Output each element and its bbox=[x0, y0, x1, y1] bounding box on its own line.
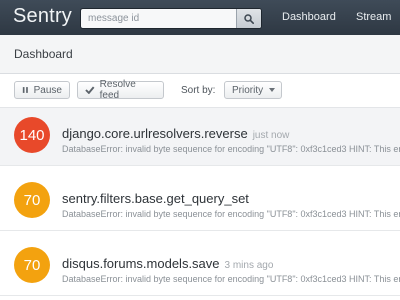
event-item[interactable]: 70 disqus.forums.models.save 3 mins ago D… bbox=[0, 238, 400, 296]
event-count-badge: 140 bbox=[14, 117, 50, 153]
page-header: Dashboard bbox=[0, 35, 400, 74]
sort-value: Priority bbox=[232, 84, 264, 96]
event-count-badge: 70 bbox=[14, 182, 50, 218]
nav-stream[interactable]: Stream bbox=[356, 11, 391, 23]
resolve-feed-label: Resolve feed bbox=[99, 79, 136, 101]
search-button[interactable] bbox=[236, 9, 261, 28]
top-bar: Sentry Dashboard Stream bbox=[0, 0, 400, 35]
toolbar: Pause Resolve feed Sort by: Priority bbox=[0, 74, 400, 108]
event-title[interactable]: disqus.forums.models.save bbox=[62, 256, 220, 271]
event-time: 3 mins ago bbox=[224, 260, 274, 271]
sort-dropdown[interactable]: Priority bbox=[224, 81, 282, 99]
chevron-down-icon bbox=[269, 88, 276, 92]
search-box bbox=[80, 8, 262, 29]
event-title-line: sentry.filters.base.get_query_set bbox=[62, 190, 254, 208]
checkmark-icon bbox=[85, 86, 95, 94]
event-title[interactable]: sentry.filters.base.get_query_set bbox=[62, 191, 249, 206]
event-item[interactable]: 140 django.core.urlresolvers.reverse just… bbox=[0, 108, 400, 166]
pause-icon bbox=[22, 87, 28, 93]
event-count-badge: 70 bbox=[14, 247, 50, 283]
app-logo[interactable]: Sentry bbox=[13, 5, 72, 28]
event-time: just now bbox=[252, 130, 290, 141]
event-item[interactable]: 70 sentry.filters.base.get_query_set Dat… bbox=[0, 173, 400, 231]
nav-dashboard[interactable]: Dashboard bbox=[282, 11, 336, 23]
search-input[interactable] bbox=[81, 9, 242, 28]
sort-label: Sort by: bbox=[181, 85, 216, 96]
event-title-line: disqus.forums.models.save 3 mins ago bbox=[62, 255, 273, 273]
event-list: 140 django.core.urlresolvers.reverse just… bbox=[0, 108, 400, 300]
event-title[interactable]: django.core.urlresolvers.reverse bbox=[62, 126, 248, 141]
pause-button[interactable]: Pause bbox=[14, 81, 70, 99]
event-message: DatabaseError: invalid byte sequence for… bbox=[62, 144, 400, 154]
event-message: DatabaseError: invalid byte sequence for… bbox=[62, 209, 400, 219]
search-icon bbox=[244, 13, 254, 24]
pause-label: Pause bbox=[33, 84, 62, 96]
page-title: Dashboard bbox=[14, 47, 73, 61]
event-message: DatabaseError: invalid byte sequence for… bbox=[62, 274, 400, 284]
resolve-feed-button[interactable]: Resolve feed bbox=[77, 79, 164, 101]
event-title-line: django.core.urlresolvers.reverse just now bbox=[62, 125, 289, 143]
